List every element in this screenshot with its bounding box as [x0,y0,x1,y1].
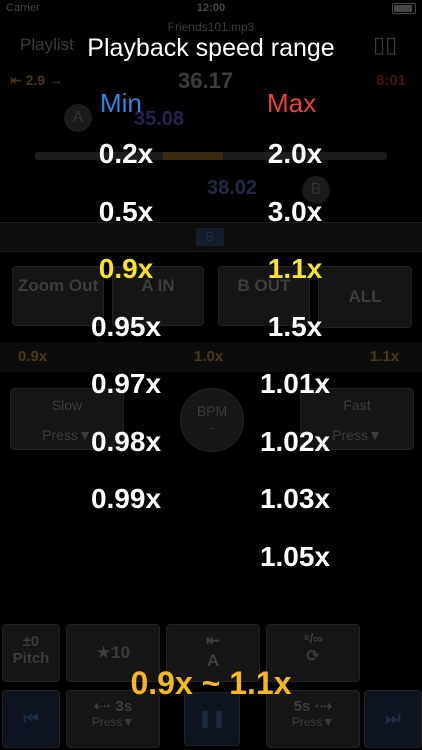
min-speed-option[interactable]: 0.2x [66,138,186,170]
rewind-btn-bottom: Press▼ [91,715,135,729]
marker-a[interactable]: A [64,104,92,132]
loop-icon: ⟳ [306,648,320,665]
file-name: Friends101.mp3 [167,20,255,34]
max-speed-option[interactable]: 1.02x [235,426,355,458]
jump-a-top: ⇤ [205,631,221,650]
max-speed-option[interactable]: 1.05x [235,541,355,573]
min-speed-option[interactable]: 0.9x [66,253,186,285]
player-background: Carrier 12:00 Friends101.mp3 Playlist ▯▯… [0,0,422,750]
pitch-left-value: ⇤ 2.9 → [10,72,63,88]
loop-btn-top: ⁸/∞ [303,631,323,646]
battery-icon [392,3,416,14]
pitch-btn-top: ±0 [22,633,40,650]
min-speed-option[interactable]: 0.5x [66,196,186,228]
max-speed-option[interactable]: 3.0x [235,196,355,228]
max-speed-option[interactable]: 1.5x [235,311,355,343]
status-bar: Carrier 12:00 [0,0,422,16]
max-header: Max [267,88,317,118]
speed-left-label: 0.9x [18,348,48,365]
duration-time: 8:01 [376,72,407,89]
min-speed-option[interactable]: 0.97x [66,368,186,400]
picker-title: Playback speed range [87,34,335,62]
selected-range: 0.9x ~ 1.1x [130,665,292,701]
speed-center-label: 1.0x [194,348,224,365]
zoom-b-marker: B [196,228,224,246]
max-speed-option[interactable]: 2.0x [235,138,355,170]
zoom-strip[interactable]: B [0,222,422,252]
position-time: 36.17 [178,68,234,93]
bpm-value: - [209,419,215,435]
forward-btn-bottom: Press▼ [291,715,335,729]
min-speed-option[interactable]: 0.98x [66,426,186,458]
speed-strip[interactable]: 0.9x 1.0x 1.1x [0,342,422,372]
max-speed-option[interactable]: 1.1x [235,253,355,285]
max-speed-option[interactable]: 1.03x [235,483,355,515]
min-speed-option[interactable]: 0.99x [66,483,186,515]
bpm-label: BPM [196,403,228,419]
min-speed-option[interactable]: 0.95x [66,311,186,343]
clock: 12:00 [196,2,226,14]
max-speed-option[interactable]: 1.01x [235,368,355,400]
speed-right-label: 1.1x [370,348,400,365]
min-header: Min [100,88,142,118]
